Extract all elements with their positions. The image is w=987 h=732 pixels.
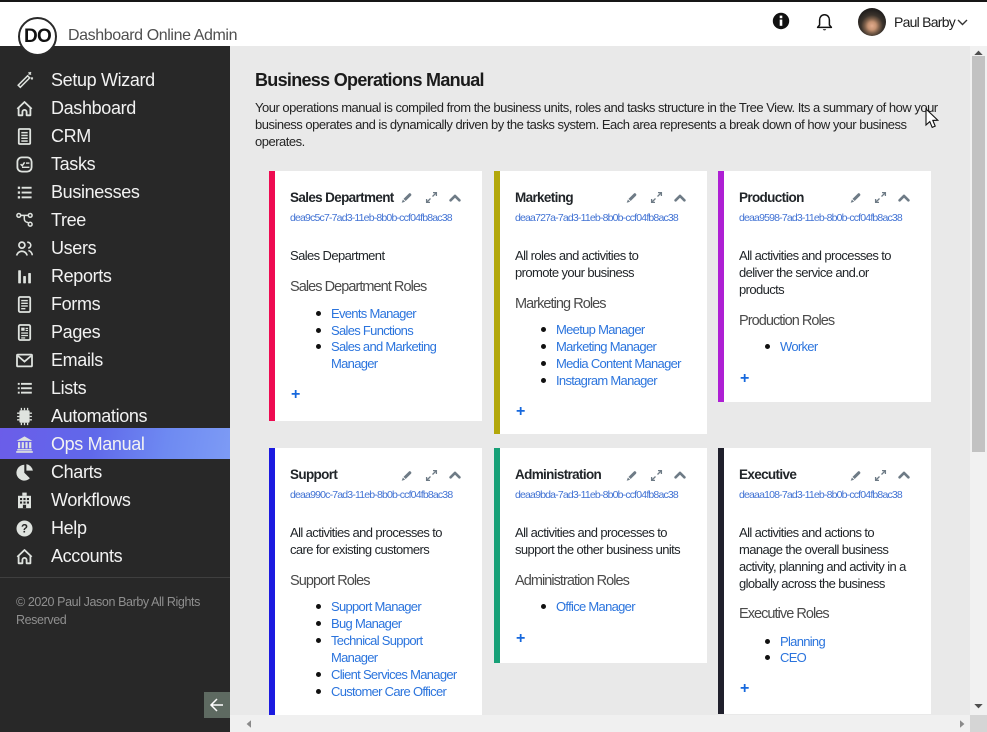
svg-text:?: ?	[21, 523, 28, 535]
